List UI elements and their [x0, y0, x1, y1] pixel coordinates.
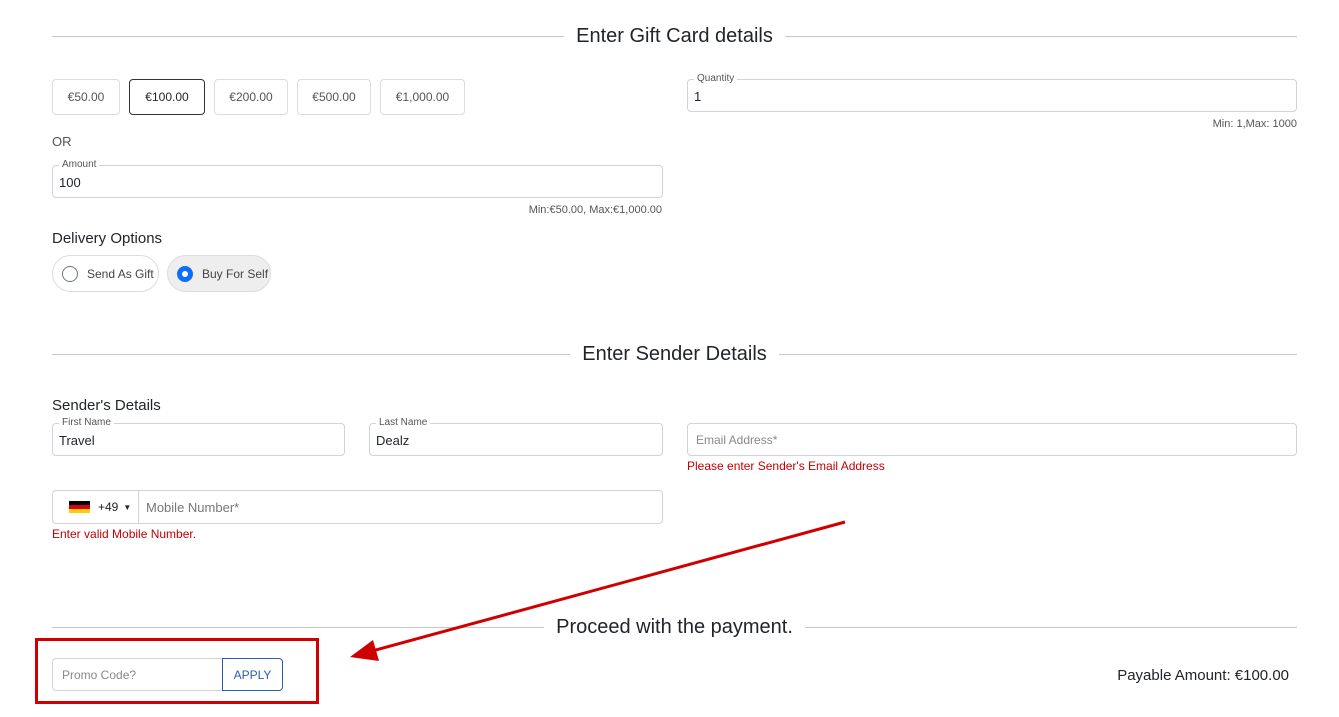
- denomination-200-button[interactable]: €200.00: [214, 79, 288, 115]
- last-name-field[interactable]: Last Name Dealz: [369, 417, 663, 456]
- radio-checked-icon[interactable]: [177, 265, 193, 282]
- radio-unchecked-icon[interactable]: [62, 265, 78, 282]
- promo-code-placeholder: Promo Code?: [62, 667, 137, 682]
- email-error: Please enter Sender's Email Address: [687, 459, 885, 473]
- country-code-dropdown[interactable]: +49 ▼: [53, 491, 139, 523]
- gift-card-section-title: Enter Gift Card details: [576, 24, 773, 47]
- gift-card-section-header: Enter Gift Card details: [52, 21, 1297, 51]
- send-as-gift-option[interactable]: Send As Gift: [52, 255, 159, 292]
- first-name-label: First Name: [59, 417, 114, 429]
- payment-section-title: Proceed with the payment.: [556, 615, 793, 638]
- denomination-100-button[interactable]: €100.00: [129, 79, 205, 115]
- promo-code-input[interactable]: Promo Code?: [52, 658, 223, 691]
- quantity-label: Quantity: [694, 73, 738, 85]
- mobile-number-placeholder: Mobile Number*: [146, 499, 240, 515]
- denomination-1000-button[interactable]: €1,000.00: [380, 79, 465, 115]
- senders-details-heading: Sender's Details: [52, 397, 161, 414]
- email-field[interactable]: Email Address*: [687, 423, 1297, 456]
- divider: [804, 626, 1298, 628]
- or-label: OR: [52, 134, 72, 149]
- divider: [52, 35, 565, 37]
- divider: [52, 626, 545, 628]
- quantity-field[interactable]: Quantity 1: [687, 73, 1297, 112]
- buy-for-self-label: Buy For Self: [202, 266, 269, 281]
- sender-section-title: Enter Sender Details: [582, 342, 767, 365]
- mobile-number-field[interactable]: +49 ▼ Mobile Number*: [52, 490, 663, 524]
- germany-flag-icon: [69, 500, 90, 514]
- first-name-field[interactable]: First Name Travel: [52, 417, 345, 456]
- amount-hint: Min:€50.00, Max:€1,000.00: [528, 204, 662, 216]
- payable-amount: Payable Amount: €100.00: [1117, 667, 1289, 684]
- divider: [52, 353, 571, 355]
- denomination-options: €50.00 €100.00 €200.00 €500.00 €1,000.00: [52, 79, 465, 115]
- caret-down-icon: ▼: [123, 502, 132, 512]
- first-name-value: Travel: [59, 433, 95, 448]
- buy-for-self-option[interactable]: Buy For Self: [167, 255, 271, 292]
- arrow-head: [350, 640, 379, 661]
- mobile-error: Enter valid Mobile Number.: [52, 527, 197, 541]
- quantity-hint: Min: 1,Max: 1000: [1212, 118, 1297, 130]
- sender-section-header: Enter Sender Details: [52, 339, 1298, 369]
- amount-label: Amount: [59, 159, 100, 171]
- denomination-500-button[interactable]: €500.00: [297, 79, 371, 115]
- divider: [784, 35, 1297, 37]
- country-code-value: +49: [98, 500, 119, 514]
- amount-value: 100: [59, 175, 81, 190]
- email-placeholder: Email Address*: [696, 432, 778, 447]
- denomination-50-button[interactable]: €50.00: [52, 79, 120, 115]
- last-name-value: Dealz: [376, 433, 410, 448]
- quantity-value: 1: [694, 89, 702, 104]
- amount-field[interactable]: Amount 100: [52, 159, 663, 198]
- delivery-options-heading: Delivery Options: [52, 230, 163, 247]
- send-as-gift-label: Send As Gift: [87, 266, 154, 281]
- last-name-label: Last Name: [376, 417, 431, 429]
- divider: [778, 353, 1298, 355]
- apply-button[interactable]: APPLY: [222, 658, 283, 691]
